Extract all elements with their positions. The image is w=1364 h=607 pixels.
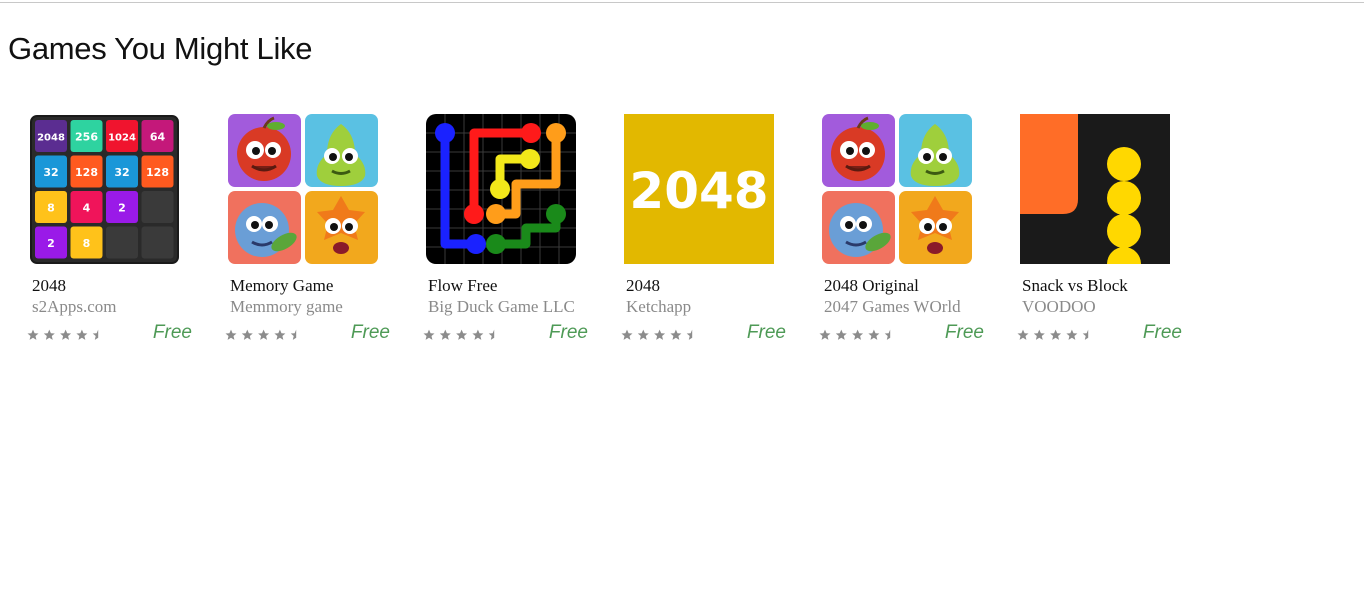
game-card[interactable]: 2048 256 1024 64 32 128 32 128 8 4 2 2 8 2048 s2Apps… xyxy=(27,114,206,354)
tile-value: 128 xyxy=(75,166,98,179)
star-icon xyxy=(225,329,237,340)
star-icon xyxy=(1066,329,1078,340)
star-icon xyxy=(27,329,39,340)
price-label: Free xyxy=(350,322,390,343)
2048-logo-icon[interactable]: 2048 xyxy=(624,114,774,264)
star-icon xyxy=(472,329,484,340)
game-title[interactable]: Flow Free xyxy=(428,276,497,296)
star-icon xyxy=(60,329,72,340)
fruit-characters-icon[interactable] xyxy=(228,114,378,264)
game-title[interactable]: Snack vs Block xyxy=(1022,276,1128,296)
game-card[interactable]: Snack vs Block VOODOO Free xyxy=(1017,114,1196,354)
game-developer[interactable]: Ketchapp xyxy=(626,297,691,317)
star-half-icon xyxy=(1082,329,1089,340)
tile-value: 32 xyxy=(114,166,129,179)
star-icon xyxy=(819,329,831,340)
tile-value: 8 xyxy=(47,202,55,215)
tile-value: 128 xyxy=(146,166,169,179)
game-developer[interactable]: s2Apps.com xyxy=(32,297,117,317)
star-icon xyxy=(439,329,451,340)
tile-value: 2048 xyxy=(37,133,65,144)
game-card[interactable]: 2048 Original 2047 Games WOrld Free xyxy=(819,114,998,354)
2048-tiles-icon[interactable]: 2048 256 1024 64 32 128 32 128 8 4 2 2 8 xyxy=(30,114,180,264)
price-label: Free xyxy=(1142,322,1182,343)
star-rating xyxy=(1017,328,1097,344)
star-rating xyxy=(423,328,503,344)
tile-value: 2 xyxy=(118,202,126,215)
star-icon xyxy=(868,329,880,340)
game-list: 2048 256 1024 64 32 128 32 128 8 4 2 2 8 2048 s2Apps… xyxy=(0,0,1364,607)
star-half-icon xyxy=(686,329,693,340)
tile-value: 8 xyxy=(83,237,91,250)
logo-text: 2048 xyxy=(629,162,768,220)
star-icon xyxy=(258,329,270,340)
star-rating xyxy=(27,328,107,344)
tile xyxy=(106,226,138,259)
star-icon xyxy=(621,329,633,340)
game-title[interactable]: Memory Game xyxy=(230,276,333,296)
star-half-icon xyxy=(92,329,99,340)
star-icon xyxy=(835,329,847,340)
star-icon xyxy=(1050,329,1062,340)
price-label: Free xyxy=(944,322,984,343)
price-label: Free xyxy=(548,322,588,343)
price-label: Free xyxy=(152,322,192,343)
star-rating xyxy=(819,328,899,344)
star-icon xyxy=(852,329,864,340)
star-rating xyxy=(225,328,305,344)
game-title[interactable]: 2048 xyxy=(626,276,660,296)
game-card[interactable]: Flow Free Big Duck Game LLC Free xyxy=(423,114,602,354)
tile-value: 64 xyxy=(150,131,166,144)
star-half-icon xyxy=(488,329,495,340)
star-icon xyxy=(1017,329,1029,340)
star-icon xyxy=(670,329,682,340)
star-icon xyxy=(1033,329,1045,340)
game-developer[interactable]: Memmory game xyxy=(230,297,343,317)
star-icon xyxy=(423,329,435,340)
tile xyxy=(141,226,174,259)
star-icon xyxy=(76,329,88,340)
tile-value: 256 xyxy=(75,131,98,144)
star-half-icon xyxy=(884,329,891,340)
star-rating xyxy=(621,328,701,344)
game-developer[interactable]: VOODOO xyxy=(1022,297,1096,317)
star-icon xyxy=(637,329,649,340)
star-icon xyxy=(456,329,468,340)
tile-value: 32 xyxy=(43,166,58,179)
snake-balls-icon[interactable] xyxy=(1020,114,1170,264)
game-card[interactable]: Memory Game Memmory game Free xyxy=(225,114,404,354)
star-icon xyxy=(43,329,55,340)
game-developer[interactable]: Big Duck Game LLC xyxy=(428,297,575,317)
price-label: Free xyxy=(746,322,786,343)
game-title[interactable]: 2048 xyxy=(32,276,66,296)
star-half-icon xyxy=(290,329,297,340)
tile-value: 2 xyxy=(47,237,55,250)
tile-value: 4 xyxy=(83,202,91,215)
flow-pipes-icon[interactable] xyxy=(426,114,576,264)
game-card[interactable]: 2048 2048 Ketchapp Free xyxy=(621,114,800,354)
fruit-characters-icon[interactable] xyxy=(822,114,972,264)
game-title[interactable]: 2048 Original xyxy=(824,276,919,296)
tile-value: 1024 xyxy=(108,133,136,144)
tile xyxy=(141,191,174,223)
star-icon xyxy=(241,329,253,340)
star-icon xyxy=(274,329,286,340)
game-developer[interactable]: 2047 Games WOrld xyxy=(824,297,961,317)
star-icon xyxy=(654,329,666,340)
